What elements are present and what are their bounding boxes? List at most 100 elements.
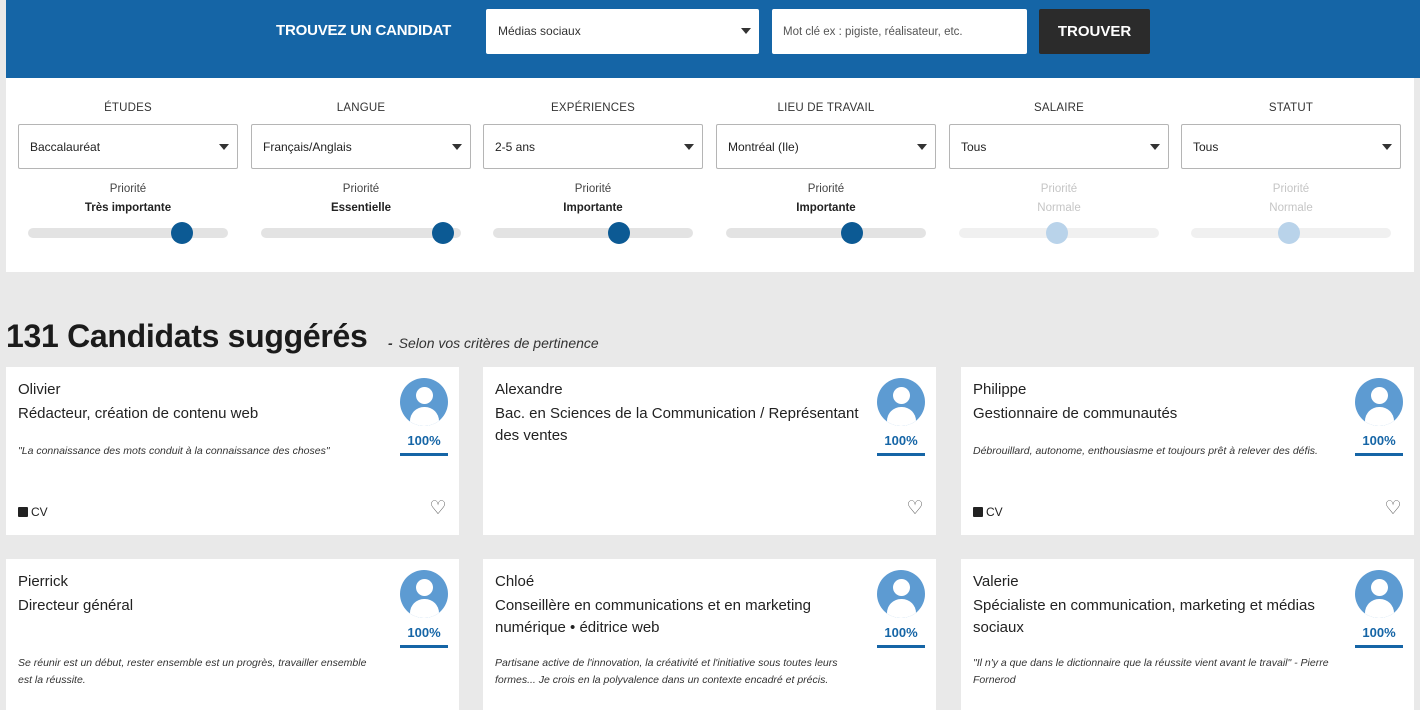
priority-slider[interactable] [493, 222, 693, 244]
heart-icon[interactable]: ♡ [427, 498, 449, 520]
candidate-quote: Se réunir est un début, rester ensemble … [18, 657, 367, 686]
filter-dropdown-etudes[interactable]: Baccalauréat [18, 124, 238, 169]
match-underline [877, 645, 925, 648]
caret-down-icon [741, 28, 751, 34]
priority-value: Essentielle [330, 202, 392, 214]
caret-down-icon [1382, 144, 1392, 150]
candidate-title: Directeur général [18, 597, 134, 614]
priority-label: Priorité [342, 183, 380, 195]
filter-header: LANGUE [336, 102, 386, 114]
cv-label: CV [986, 505, 1003, 519]
subheading-dash: - [388, 335, 393, 351]
search-bar: TROUVEZ UN CANDIDAT Médias sociaux TROUV… [6, 0, 1420, 78]
priority-value: Importante [796, 202, 856, 214]
match-score: 100% [884, 433, 918, 448]
candidate-quote: Partisane active de l'innovation, la cré… [495, 657, 838, 686]
slider-handle[interactable] [171, 222, 193, 244]
filter-header: ÉTUDES [104, 102, 152, 114]
candidate-title: Bac. en Sciences de la Communication / R… [495, 405, 859, 444]
filter-dropdown-lieu[interactable]: Montréal (Ile) [716, 124, 936, 169]
slider-handle[interactable] [1278, 222, 1300, 244]
priority-slider[interactable] [726, 222, 926, 244]
filter-dropdown-experiences[interactable]: 2-5 ans [483, 124, 703, 169]
heart-icon[interactable]: ♡ [904, 498, 926, 520]
category-select-value: Médias sociaux [498, 24, 581, 38]
subheading-text: Selon vos critères de pertinence [398, 335, 599, 351]
priority-value: Normale [1269, 202, 1313, 214]
slider-handle[interactable] [432, 222, 454, 244]
results-subheading: - Selon vos critères de pertinence [388, 335, 599, 351]
candidate-name: Olivier [18, 381, 61, 398]
caret-down-icon [684, 144, 694, 150]
match-underline [400, 453, 448, 456]
search-label: TROUVEZ UN CANDIDAT [276, 22, 452, 39]
candidate-name: Alexandre [495, 381, 563, 398]
filters-panel: ÉTUDES Baccalauréat Priorité Très import… [6, 78, 1414, 272]
priority-value: Très importante [84, 202, 172, 214]
find-button[interactable]: TROUVER [1039, 9, 1150, 54]
candidate-quote: "La connaissance des mots conduit à la c… [18, 445, 330, 457]
filter-value: Français/Anglais [263, 140, 352, 154]
priority-value: Normale [1037, 202, 1081, 214]
avatar-icon [1355, 570, 1403, 618]
match-underline [1355, 645, 1403, 648]
priority-label: Priorité [1040, 183, 1078, 195]
candidate-card[interactable]: Chloé Conseillère en communications et e… [483, 559, 936, 710]
document-icon [18, 507, 28, 517]
filter-dropdown-langue[interactable]: Français/Anglais [251, 124, 471, 169]
candidate-name: Valerie [973, 573, 1019, 590]
match-score: 100% [407, 625, 441, 640]
candidate-name: Chloé [495, 573, 535, 590]
avatar-icon [1355, 378, 1403, 426]
match-underline [400, 645, 448, 648]
caret-down-icon [1150, 144, 1160, 150]
candidate-title: Spécialiste en communication, marketing … [973, 597, 1315, 636]
filter-header: EXPÉRIENCES [550, 102, 635, 114]
category-select[interactable]: Médias sociaux [486, 9, 759, 54]
avatar-icon [400, 570, 448, 618]
priority-value: Importante [563, 202, 623, 214]
filter-value: 2-5 ans [495, 140, 536, 154]
caret-down-icon [917, 144, 927, 150]
filter-value: Tous [961, 140, 987, 154]
match-score: 100% [407, 433, 441, 448]
candidate-quote: Débrouillard, autonome, enthousiasme et … [973, 445, 1318, 457]
slider-handle[interactable] [1046, 222, 1068, 244]
keyword-input[interactable] [772, 9, 1027, 54]
candidate-card[interactable]: Valerie Spécialiste en communication, ma… [961, 559, 1414, 710]
match-score: 100% [1362, 625, 1396, 640]
caret-down-icon [452, 144, 462, 150]
filter-value: Baccalauréat [30, 140, 101, 154]
slider-handle[interactable] [608, 222, 630, 244]
cv-link[interactable]: CV [18, 505, 48, 519]
priority-slider[interactable] [959, 222, 1159, 244]
filter-header: LIEU DE TRAVAIL [777, 102, 875, 114]
priority-slider[interactable] [1191, 222, 1391, 244]
match-underline [1355, 453, 1403, 456]
candidate-card[interactable]: Olivier Rédacteur, création de contenu w… [6, 367, 459, 535]
candidate-card[interactable]: Pierrick Directeur général Se réunir est… [6, 559, 459, 710]
priority-slider[interactable] [28, 222, 228, 244]
cv-link[interactable]: CV [973, 505, 1003, 519]
filter-dropdown-salaire[interactable]: Tous [949, 124, 1169, 169]
candidate-card[interactable]: Philippe Gestionnaire de communautés Déb… [961, 367, 1414, 535]
slider-handle[interactable] [841, 222, 863, 244]
priority-label: Priorité [807, 183, 845, 195]
filter-value: Montréal (Ile) [728, 140, 799, 154]
candidate-title: Rédacteur, création de contenu web [18, 405, 259, 422]
match-score: 100% [1362, 433, 1396, 448]
candidate-title: Conseillère en communications et en mark… [495, 597, 811, 636]
priority-slider[interactable] [261, 222, 461, 244]
match-score: 100% [884, 625, 918, 640]
avatar-icon [400, 378, 448, 426]
priority-label: Priorité [1272, 183, 1310, 195]
candidate-name: Pierrick [18, 573, 69, 590]
results-heading: 131 Candidats suggérés [6, 318, 368, 354]
heart-icon[interactable]: ♡ [1382, 498, 1404, 520]
cv-label: CV [31, 505, 48, 519]
match-underline [877, 453, 925, 456]
candidate-card[interactable]: Alexandre Bac. en Sciences de la Communi… [483, 367, 936, 535]
filter-value: Tous [1193, 140, 1219, 154]
filter-dropdown-statut[interactable]: Tous [1181, 124, 1401, 169]
avatar-icon [877, 570, 925, 618]
